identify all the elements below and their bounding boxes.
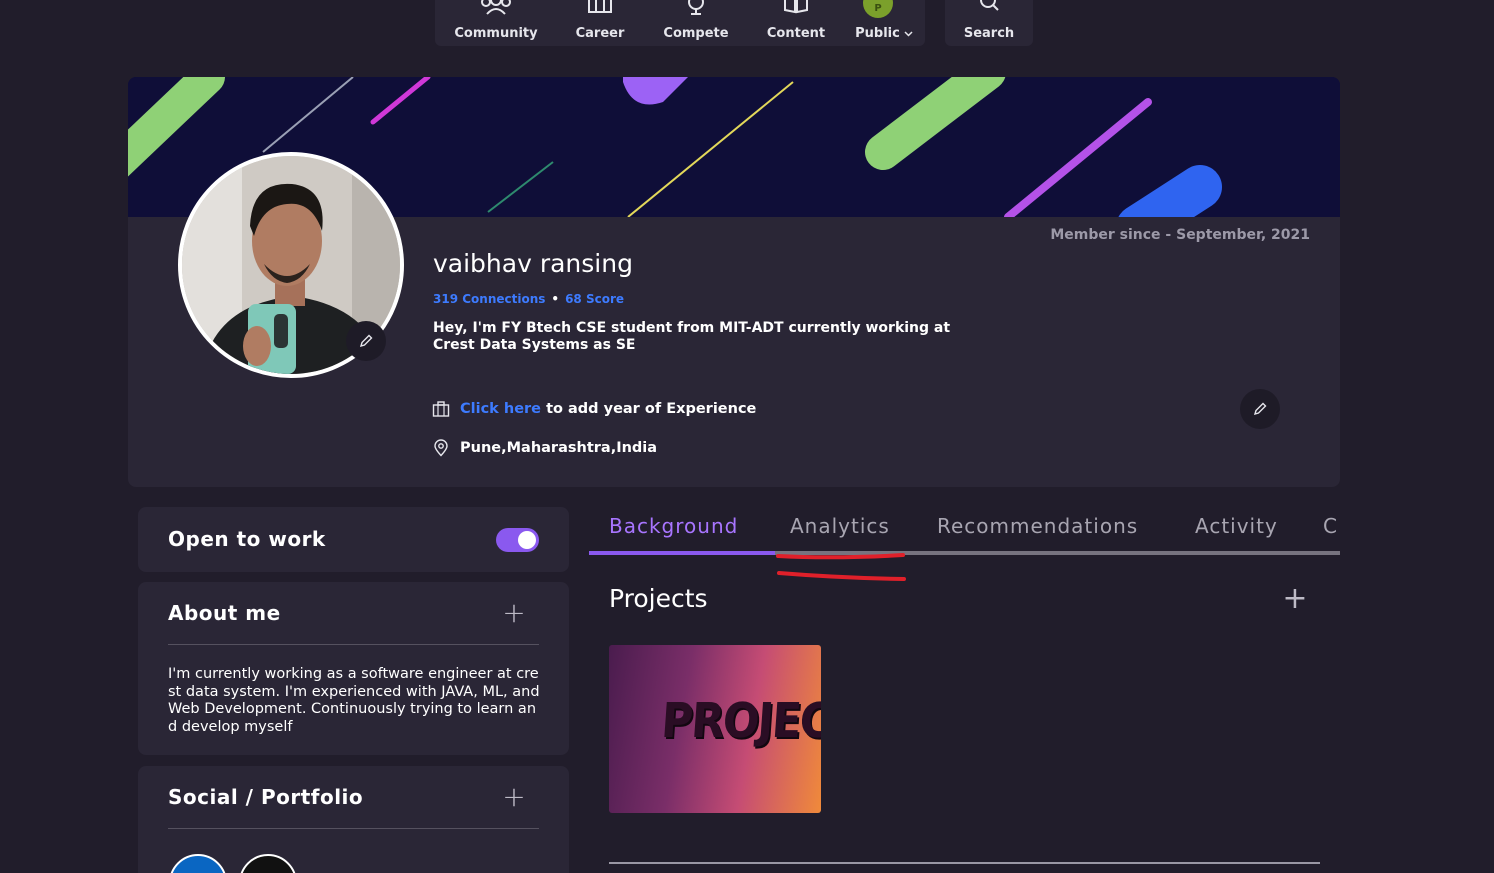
nav-community-label: Community <box>454 26 538 41</box>
nav-career[interactable]: Career <box>557 0 643 46</box>
nav-public-label: Public <box>855 26 900 41</box>
location-row: Pune,Maharashtra,India <box>432 439 657 457</box>
project-thumbnail[interactable]: PROJECTS <box>609 645 821 813</box>
book-icon <box>784 0 808 14</box>
nav-content[interactable]: Content <box>749 0 843 46</box>
tab-background[interactable]: Background <box>609 514 738 538</box>
experience-text: to add year of Experience <box>546 401 757 417</box>
about-divider <box>168 644 539 645</box>
linkedin-icon[interactable] <box>169 854 227 873</box>
stats-separator: • <box>551 292 560 306</box>
add-experience-link[interactable]: Click here <box>460 401 541 417</box>
experience-row: Click here to add year of Experience <box>432 401 756 417</box>
location-pin-icon <box>434 439 448 457</box>
nav-search-label: Search <box>963 26 1015 41</box>
add-about-button[interactable]: + <box>502 599 526 627</box>
profile-headline: Hey, I'm FY Btech CSE student from MIT-A… <box>433 320 951 353</box>
search-icon <box>980 0 999 11</box>
photo-edit-button[interactable] <box>346 321 386 361</box>
location-text: Pune,Maharashtra,India <box>460 440 658 456</box>
red-underline-annotation <box>776 553 906 581</box>
profile-card: Member since - September, 2021 vaibhav r… <box>128 77 1340 487</box>
profile-name: vaibhav ransing <box>433 249 633 278</box>
nav-community[interactable]: Community <box>435 0 557 46</box>
tabs-active-indicator <box>589 551 775 555</box>
open-to-work-toggle[interactable] <box>496 528 539 552</box>
tab-truncated[interactable]: C <box>1323 514 1338 538</box>
about-me-title: About me <box>168 601 281 625</box>
briefcase-icon <box>432 401 450 417</box>
nav-compete[interactable]: Compete <box>643 0 749 46</box>
toggle-knob <box>518 531 536 549</box>
nav-content-label: Content <box>766 26 826 41</box>
trophy-icon <box>688 0 704 15</box>
nav-career-label: Career <box>575 26 625 41</box>
tab-analytics[interactable]: Analytics <box>790 514 890 538</box>
github-icon[interactable] <box>239 854 297 873</box>
project-thumbnail-text: PROJECTS <box>659 693 821 749</box>
top-nav: Community Career Compete Content P Publi… <box>435 0 925 46</box>
profile-stats: 319 Connections • 68 Score <box>433 292 624 306</box>
add-project-button[interactable]: + <box>1282 584 1308 614</box>
about-me-text: I'm currently working as a software engi… <box>168 666 540 735</box>
tab-activity[interactable]: Activity <box>1195 514 1278 538</box>
open-to-work-card: Open to work <box>138 507 569 572</box>
score-link[interactable]: 68 Score <box>565 292 624 306</box>
edit-profile-button[interactable] <box>1240 389 1280 429</box>
member-since: Member since - September, 2021 <box>1050 227 1310 243</box>
nav-search[interactable]: Search <box>945 0 1033 46</box>
about-me-card: About me + I'm currently working as a so… <box>138 582 569 755</box>
open-to-work-label: Open to work <box>168 527 326 551</box>
profile-tabs: Background Analytics Recommendations Act… <box>589 512 1340 555</box>
projects-divider <box>609 862 1320 864</box>
community-icon <box>481 0 511 15</box>
social-divider <box>168 828 539 829</box>
nav-search-group: Search <box>945 0 1033 46</box>
nav-public-menu[interactable]: P Public <box>843 0 925 46</box>
chevron-down-icon <box>904 30 913 37</box>
add-social-button[interactable]: + <box>502 783 526 811</box>
pencil-icon <box>359 334 373 348</box>
projects-title: Projects <box>609 584 708 613</box>
nav-compete-label: Compete <box>663 26 729 41</box>
tab-recommendations[interactable]: Recommendations <box>937 514 1138 538</box>
pencil-icon <box>1253 402 1267 416</box>
career-icon <box>588 0 612 13</box>
social-portfolio-title: Social / Portfolio <box>168 785 364 809</box>
avatar-icon: P <box>863 0 893 18</box>
social-portfolio-card: Social / Portfolio + <box>138 766 569 873</box>
connections-link[interactable]: 319 Connections <box>433 292 545 306</box>
